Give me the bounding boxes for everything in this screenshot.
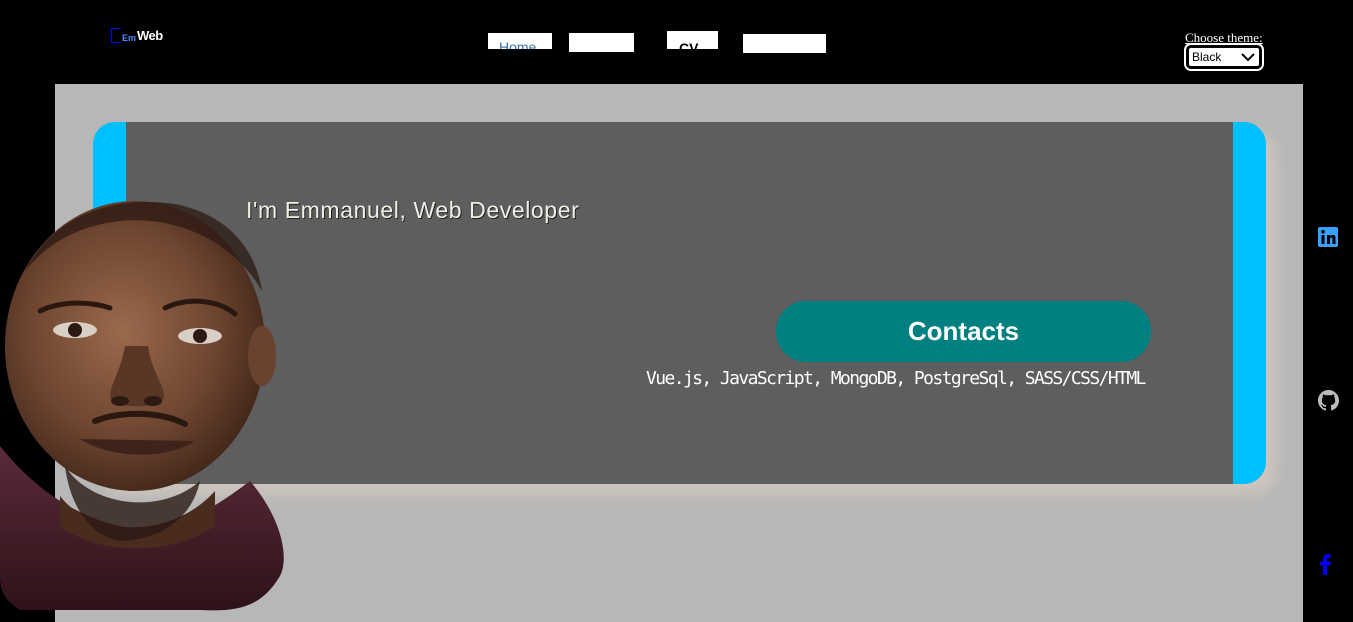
theme-label: Choose theme:: [1185, 30, 1263, 45]
contacts-button[interactable]: Contacts: [776, 301, 1151, 362]
profile-avatar: [0, 201, 284, 611]
theme-select[interactable]: Black: [1184, 43, 1264, 71]
nav-link-2[interactable]: [569, 33, 634, 52]
logo-prefix: Em: [122, 33, 137, 43]
skills-text: Vue.js, JavaScript, MongoDB, PostgreSql,…: [646, 368, 1146, 389]
chevron-down-icon: [1241, 53, 1255, 62]
logo-text: Web: [137, 28, 163, 43]
nav-link-4[interactable]: [743, 34, 826, 53]
nav-link-cv-label: CV: [679, 40, 699, 49]
site-logo[interactable]: Em Web: [111, 28, 163, 43]
hero-card-body: I'm Emmanuel, Web Developer Contacts Vue…: [126, 122, 1233, 484]
nav-link-cv[interactable]: CV: [667, 31, 718, 49]
nav-link-home-label: Home: [499, 39, 537, 49]
github-icon[interactable]: [1318, 390, 1339, 411]
facebook-icon[interactable]: [1317, 553, 1332, 575]
hero-headline: I'm Emmanuel, Web Developer: [246, 197, 580, 223]
theme-select-value: Black: [1192, 50, 1222, 64]
site-header: Em Web Home CV Choose theme: Black: [0, 0, 1353, 84]
theme-chooser: Choose theme: Black: [1184, 30, 1267, 71]
logo-mark-icon: [111, 28, 121, 43]
linkedin-icon[interactable]: [1318, 227, 1338, 247]
nav-link-home[interactable]: Home: [488, 33, 552, 49]
